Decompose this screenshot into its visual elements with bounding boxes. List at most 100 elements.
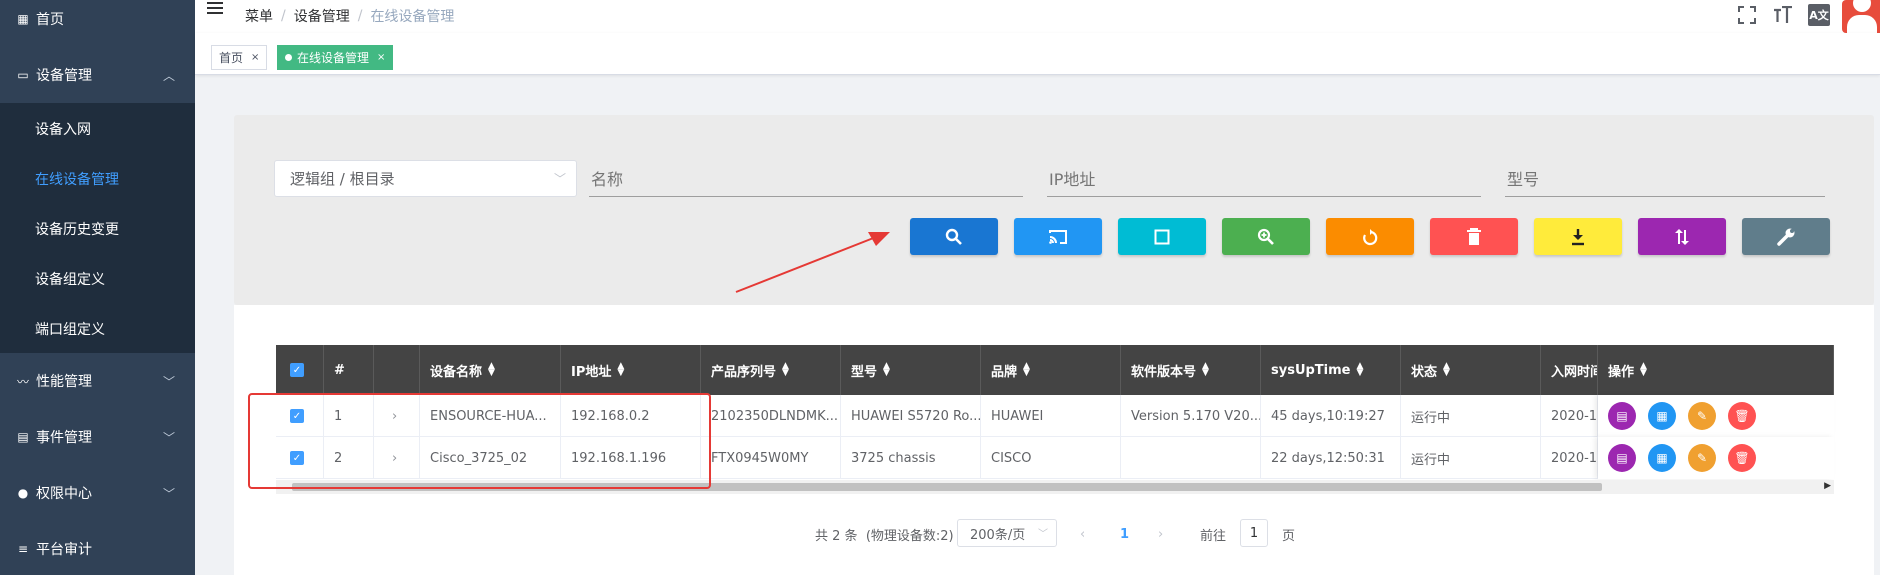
hamburger-icon[interactable] [207,2,223,16]
cell-join-time: 2020-1 [1541,437,1598,479]
chevron-down-icon: ﹀ [553,172,566,186]
edit-icon[interactable]: ✎ [1688,402,1716,430]
cell-version [1121,437,1261,479]
sidebar-item-device-management[interactable]: ▭ 设备管理 ︿ [0,64,195,86]
sidebar-subitem-port-group[interactable]: 端口组定义 [0,319,195,339]
row-actions: ▤ ▦ ✎ 🗑︎ [1598,395,1834,437]
sidebar-item-audit[interactable]: ≡ 平台审计 [0,538,195,560]
cell-join-time: 2020-1 [1541,395,1598,437]
tag-online-devices[interactable]: 在线设备管理 × [277,45,394,70]
col-serial[interactable]: 产品序列号 ▲ ▼ [701,345,841,395]
dashboard-icon: ▦ [17,12,29,26]
sidebar-subitem-device-group[interactable]: 设备组定义 [0,269,195,289]
search-icon [945,228,962,245]
tag-home[interactable]: 首页 × [211,45,268,70]
trash-icon[interactable]: 🗑︎ [1728,402,1756,430]
cell-model: 3725 chassis [841,437,981,479]
swap-button[interactable] [1638,218,1726,255]
edit-icon[interactable]: ✎ [1688,444,1716,472]
navbar: 菜单 / 设备管理 / 在线设备管理 A文 [195,0,1880,33]
translate-icon[interactable]: A文 [1808,4,1830,26]
sidebar-subitem-device-onboarding[interactable]: 设备入网 [0,119,195,139]
cell-brand: CISCO [981,437,1121,479]
calendar-icon: ▤ [17,430,29,444]
search-button[interactable] [910,218,998,255]
delete-button[interactable] [1430,218,1518,255]
document-icon[interactable]: ▤ [1608,444,1636,472]
table-header: ✓ # 设备名称 ▲ ▼ IP地址 ▲ ▼ 产品序列号 ▲ ▼ 型号 ▲ ▼ 品牌 ▲ ▼ 软件版本… [276,345,1834,395]
delete-icon [1467,227,1481,245]
settings-button[interactable] [1742,218,1830,255]
avatar[interactable] [1842,0,1880,33]
next-page-icon[interactable]: › [1158,520,1163,548]
col-status[interactable]: 状态 ▲ ▼ [1401,345,1541,395]
filter-panel: 逻辑组 / 根目录 ﹀ 名称 IP地址 型号 [234,115,1874,305]
row-actions: ▤ ▦ ✎ 🗑︎ [1598,437,1834,479]
refresh-button[interactable] [1326,218,1414,255]
download-icon [1572,228,1584,245]
cell-uptime: 45 days,10:19:27 [1261,395,1401,437]
cast-button[interactable] [1014,218,1102,255]
cell-status: 运行中 [1401,437,1541,479]
cell-serial: 2102350DLNDMK... [701,395,841,437]
sidebar-item-label: 性能管理 [36,374,92,390]
cell-uptime: 22 days,12:50:31 [1261,437,1401,479]
chevron-down-icon: ﹀ [1038,529,1048,540]
zoom-button[interactable] [1222,218,1310,255]
pagination-total: 共 2 条 (物理设备数:2) [815,528,954,544]
fullscreen-icon[interactable] [1736,4,1758,26]
font-size-icon[interactable] [1772,4,1794,26]
sidebar-subitem-online-devices[interactable]: 在线设备管理 [0,169,195,189]
prev-page-icon[interactable]: ‹ [1080,520,1085,548]
cell-status: 运行中 [1401,395,1541,437]
trash-icon[interactable]: 🗑︎ [1728,444,1756,472]
breadcrumb-item[interactable]: 菜单 [245,6,273,26]
sort-icon: ▲ ▼ [488,361,495,378]
swap-vertical-icon [1675,228,1689,245]
sidebar-subitem-device-history[interactable]: 设备历史变更 [0,219,195,239]
col-device-name[interactable]: 设备名称 ▲ ▼ [420,345,561,395]
page-number-current[interactable]: 1 [1120,520,1129,548]
arrow-right-icon[interactable]: ▶ [1824,481,1831,491]
cell-brand: HUAWEI [981,395,1121,437]
chevron-down-icon: ﹀ [162,486,175,501]
download-button[interactable] [1534,218,1622,255]
ip-input[interactable]: IP地址 [1047,160,1481,197]
close-icon[interactable]: × [377,52,385,63]
sidebar-item-events[interactable]: ▤ 事件管理 ﹀ [0,426,195,448]
cell-model: HUAWEI S5720 Ro... [841,395,981,437]
col-model[interactable]: 型号 ▲ ▼ [841,345,981,395]
close-icon[interactable]: × [251,52,259,63]
select-all-checkbox[interactable]: ✓ [276,345,324,395]
sidebar-item-performance[interactable]: 〰 性能管理 ﹀ [0,370,195,392]
grid-icon[interactable]: ▦ [1648,402,1676,430]
breadcrumb-item[interactable]: 设备管理 [294,6,350,26]
sort-icon: ▲ ▼ [1023,361,1030,378]
page-size-select[interactable]: 200条/页 ﹀ [957,519,1057,547]
chevron-down-icon: ﹀ [162,430,175,445]
select-all-button[interactable] [1118,218,1206,255]
chart-line-icon: 〰 [16,374,29,389]
col-actions[interactable]: 操作 ▲ ▼ [1598,345,1834,395]
cell-version: Version 5.170 V20... [1121,395,1261,437]
sidebar-item-home[interactable]: ▦ 首页 [0,8,195,30]
document-icon[interactable]: ▤ [1608,402,1636,430]
name-input[interactable]: 名称 [589,160,1023,197]
chevron-down-icon: ﹀ [162,374,175,389]
col-ip[interactable]: IP地址 ▲ ▼ [561,345,701,395]
model-input[interactable]: 型号 [1505,160,1825,197]
grid-icon[interactable]: ▦ [1648,444,1676,472]
sort-icon: ▲ ▼ [883,361,890,378]
col-brand[interactable]: 品牌 ▲ ▼ [981,345,1121,395]
sort-icon: ▲ ▼ [1202,361,1209,378]
sort-icon: ▲ ▼ [1356,361,1364,378]
goto-page-input[interactable]: 1 [1240,519,1268,547]
sidebar-item-label: 事件管理 [36,430,92,446]
col-version[interactable]: 软件版本号 ▲ ▼ [1121,345,1261,395]
group-select[interactable]: 逻辑组 / 根目录 ﹀ [274,160,577,197]
submenu: 设备入网 在线设备管理 设备历史变更 设备组定义 端口组定义 [0,103,195,353]
sidebar-item-permissions[interactable]: ● 权限中心 ﹀ [0,482,195,504]
col-uptime[interactable]: sysUpTime ▲ ▼ [1261,345,1401,395]
col-join-time[interactable]: 入网时间 [1541,345,1598,395]
wrench-icon [1777,228,1795,246]
